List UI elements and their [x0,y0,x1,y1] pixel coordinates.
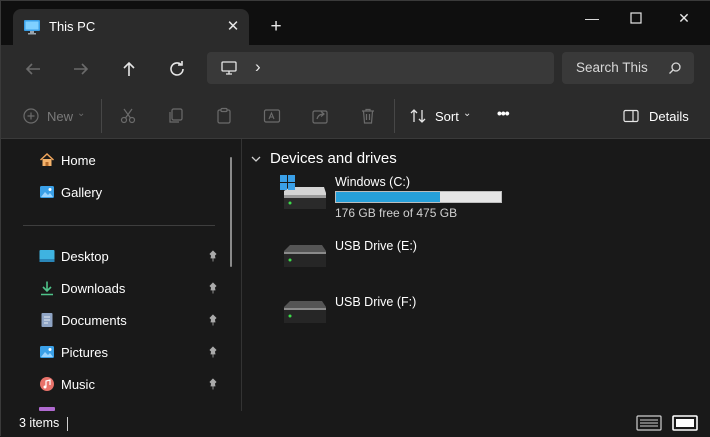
address-row: › Search This [1,45,710,93]
pin-icon[interactable] [207,250,219,262]
delete-icon[interactable] [359,105,377,127]
sidebar-item-pictures[interactable]: Pictures [15,339,225,365]
toolbar-divider [394,99,395,133]
drive-usage-fill [336,192,440,202]
content-pane: Devices and drives Windows (C:) 176 GB f… [242,139,710,411]
status-divider [67,417,68,431]
sidebar-item-home[interactable]: Home [15,147,225,173]
more-options-button[interactable]: ••• [495,105,519,127]
monitor-icon [221,61,237,75]
group-title: Devices and drives [270,150,397,167]
large-icons-view-icon [672,415,698,431]
forward-arrow-icon[interactable] [69,57,93,81]
drive-name: USB Drive (E:) [335,239,417,253]
back-arrow-icon[interactable] [21,57,45,81]
this-pc-icon [24,20,40,35]
minimize-button[interactable]: — [569,6,615,30]
drive-name: Windows (C:) [335,175,411,189]
sidebar-item-label: Home [61,153,96,168]
more-icon: ••• [497,105,510,121]
drive-item-e[interactable]: USB Drive (E:) [280,239,520,289]
new-tab-button[interactable]: + [263,15,289,41]
sort-icon [410,109,426,123]
toolbar-divider [101,99,102,133]
pictures-icon [40,346,54,358]
share-icon[interactable] [311,105,329,127]
address-bar[interactable]: › [207,52,554,84]
maximize-icon [630,12,642,24]
sidebar-item-music[interactable]: Music [15,371,225,397]
sidebar-item-label: Desktop [61,249,109,264]
music-icon [40,377,54,391]
breadcrumb-chevron[interactable]: › [255,57,261,77]
windows-drive-icon [280,175,326,209]
sidebar-item-documents[interactable]: Documents [15,307,225,333]
explorer-window: This PC ✕ + — ✕ › Search This New ⌄ Sort… [0,0,710,437]
downloads-icon [41,281,53,296]
item-count: 3 items [19,416,60,430]
new-label: New [47,109,74,124]
cut-icon[interactable] [119,105,137,127]
sidebar-item-desktop[interactable]: Desktop [15,243,225,269]
search-icon [669,62,681,74]
details-pane-icon [623,109,639,123]
search-box[interactable]: Search This [562,52,694,84]
drive-name: USB Drive (F:) [335,295,417,309]
sort-button[interactable]: Sort ⌄ [409,105,473,127]
close-window-button[interactable]: ✕ [661,6,707,30]
gallery-icon [40,186,54,198]
sort-chevron-icon: ⌄ [463,108,472,119]
sidebar-item-label: Pictures [61,345,108,360]
plus-circle-icon [23,108,39,124]
sidebar-item-label: Downloads [61,281,126,296]
navigation-pane: Home Gallery Desktop Downloads Documents… [1,139,241,411]
search-placeholder: Search This [576,60,648,75]
sidebar-scrollbar[interactable] [230,157,232,267]
drive-item-f[interactable]: USB Drive (F:) [280,295,520,345]
drive-item-c[interactable]: Windows (C:) 176 GB free of 475 GB [280,175,520,225]
command-bar: New ⌄ Sort ⌄ ••• Details [1,93,710,139]
sidebar-divider [23,225,215,226]
pin-icon[interactable] [207,346,219,358]
maximize-button[interactable] [613,6,659,30]
pin-icon[interactable] [207,378,219,390]
copy-icon[interactable] [167,105,185,127]
drive-usage-bar [335,191,502,203]
status-bar: 3 items [1,411,710,437]
desktop-icon [39,250,55,262]
sidebar-item-downloads[interactable]: Downloads [15,275,225,301]
usb-drive-icon [284,301,326,323]
drive-free-space: 176 GB free of 475 GB [335,206,458,220]
tab-title: This PC [49,19,96,34]
home-icon [39,152,55,166]
usb-drive-icon [284,245,326,267]
title-bar: This PC ✕ + — ✕ [1,1,710,45]
new-button[interactable]: New ⌄ [23,105,87,127]
chevron-down-icon [251,156,261,162]
tab-this-pc[interactable]: This PC ✕ [13,9,249,45]
details-view-icon [636,415,662,431]
details-button[interactable]: Details [623,105,693,127]
sidebar-item-label: Music [61,377,95,392]
rename-icon[interactable] [263,105,281,127]
sidebar-item-label: Gallery [61,185,103,200]
documents-icon [41,313,53,327]
sidebar-item-gallery[interactable]: Gallery [15,179,225,205]
tab-close-button[interactable]: ✕ [221,15,245,39]
paste-icon[interactable] [215,105,233,127]
sort-label: Sort [435,109,459,124]
pin-icon[interactable] [207,282,219,294]
up-arrow-icon[interactable] [117,57,141,81]
sidebar-item-label: Documents [61,313,127,328]
new-chevron-icon: ⌄ [77,108,86,119]
pin-icon[interactable] [207,314,219,326]
details-label: Details [649,109,689,124]
tiles-view-button[interactable] [671,414,699,432]
details-view-button[interactable] [635,414,663,432]
refresh-icon[interactable] [165,57,189,81]
